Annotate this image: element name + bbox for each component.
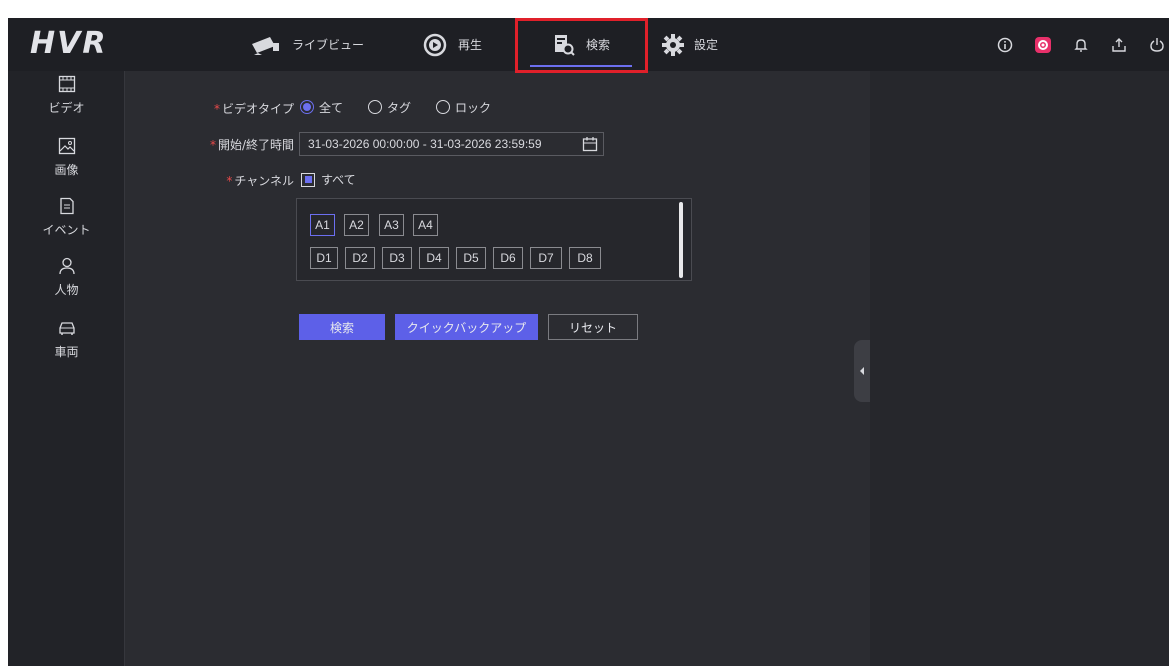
nav-settings[interactable]: 設定 <box>662 18 718 71</box>
nav-settings-label: 設定 <box>694 38 719 52</box>
download-icon[interactable] <box>1107 33 1131 57</box>
sidebar-item-person[interactable]: 人物 <box>8 257 125 315</box>
channel-chip-a2[interactable]: A2 <box>344 214 369 236</box>
channel-all-checkbox[interactable]: すべて <box>301 171 356 188</box>
quick-backup-button[interactable]: クイックバックアップ <box>395 314 538 340</box>
film-icon <box>58 75 76 99</box>
playback-icon <box>422 32 448 58</box>
channel-chip-a4[interactable]: A4 <box>413 214 438 236</box>
sidebar-item-label: ビデオ <box>48 101 85 115</box>
sidebar-item-vehicle[interactable]: 車両 <box>8 319 125 377</box>
time-range-label: * 開始/終了時間 <box>209 138 294 152</box>
top-bar: HVR ライブビュー 再生 検索 設定 <box>8 18 1169 73</box>
sidebar: ビデオ 画像 イベント 人物 車両 <box>8 71 125 666</box>
power-icon[interactable] <box>1145 33 1169 57</box>
highlight-box <box>515 18 648 73</box>
video-type-label: * ビデオタイプ <box>213 102 294 116</box>
radio-all[interactable]: 全て <box>300 99 343 116</box>
sidebar-item-event[interactable]: イベント <box>8 197 125 255</box>
channel-chip-d3[interactable]: D3 <box>382 247 412 269</box>
camera-icon <box>248 34 282 56</box>
nav-live-view[interactable]: ライブビュー <box>248 18 364 71</box>
app-window: HVR ライブビュー 再生 検索 設定 ビデオ 画像 イベント 人物 車両 * … <box>8 18 1169 666</box>
channel-scrollbar[interactable] <box>679 202 683 278</box>
sidebar-item-video[interactable]: ビデオ <box>8 75 125 133</box>
sidebar-item-image[interactable]: 画像 <box>8 137 125 195</box>
channel-chip-d7[interactable]: D7 <box>530 247 562 269</box>
channel-chip-d5[interactable]: D5 <box>456 247 486 269</box>
caret-left-icon <box>860 367 864 375</box>
channel-chip-d6[interactable]: D6 <box>493 247 523 269</box>
nav-playback[interactable]: 再生 <box>422 18 482 71</box>
video-type-radio-group: 全て タグ ロック <box>300 98 516 116</box>
channel-chip-a1[interactable]: A1 <box>310 214 335 236</box>
channel-chip-d2[interactable]: D2 <box>345 247 375 269</box>
car-icon <box>58 319 76 343</box>
channel-chip-d8[interactable]: D8 <box>569 247 601 269</box>
checkbox-all[interactable] <box>301 172 315 187</box>
sidebar-item-label: イベント <box>42 223 91 237</box>
collapse-panel-toggle[interactable] <box>854 340 870 402</box>
channel-label: * チャンネル <box>226 174 294 188</box>
document-icon <box>58 197 76 221</box>
time-range-input[interactable]: 31-03-2026 00:00:00 - 31-03-2026 23:59:5… <box>299 132 604 156</box>
record-icon[interactable] <box>1031 33 1055 57</box>
info-icon[interactable] <box>993 33 1017 57</box>
sidebar-item-label: 人物 <box>54 283 79 297</box>
top-right-icons <box>979 18 1169 71</box>
sidebar-item-label: 車両 <box>54 345 79 359</box>
radio-lock[interactable]: ロック <box>436 99 491 116</box>
radio-tag[interactable]: タグ <box>368 99 411 116</box>
image-icon <box>58 137 76 161</box>
bell-icon[interactable] <box>1069 33 1093 57</box>
right-panel <box>870 71 1169 666</box>
calendar-icon[interactable] <box>582 136 598 155</box>
channel-chip-a3[interactable]: A3 <box>379 214 404 236</box>
nav-live-view-label: ライブビュー <box>292 38 365 52</box>
channel-chip-d4[interactable]: D4 <box>419 247 449 269</box>
app-logo: HVR <box>30 26 108 61</box>
gear-icon <box>662 33 684 56</box>
channel-chip-d1[interactable]: D1 <box>310 247 338 269</box>
nav-playback-label: 再生 <box>458 38 483 52</box>
search-button[interactable]: 検索 <box>299 314 385 340</box>
reset-button[interactable]: リセット <box>548 314 638 340</box>
sidebar-item-label: 画像 <box>54 163 79 177</box>
person-icon <box>58 257 76 281</box>
channel-list: A1 A2 A3 A4 D1 D2 D3 D4 D5 D6 D7 D8 <box>296 198 692 281</box>
